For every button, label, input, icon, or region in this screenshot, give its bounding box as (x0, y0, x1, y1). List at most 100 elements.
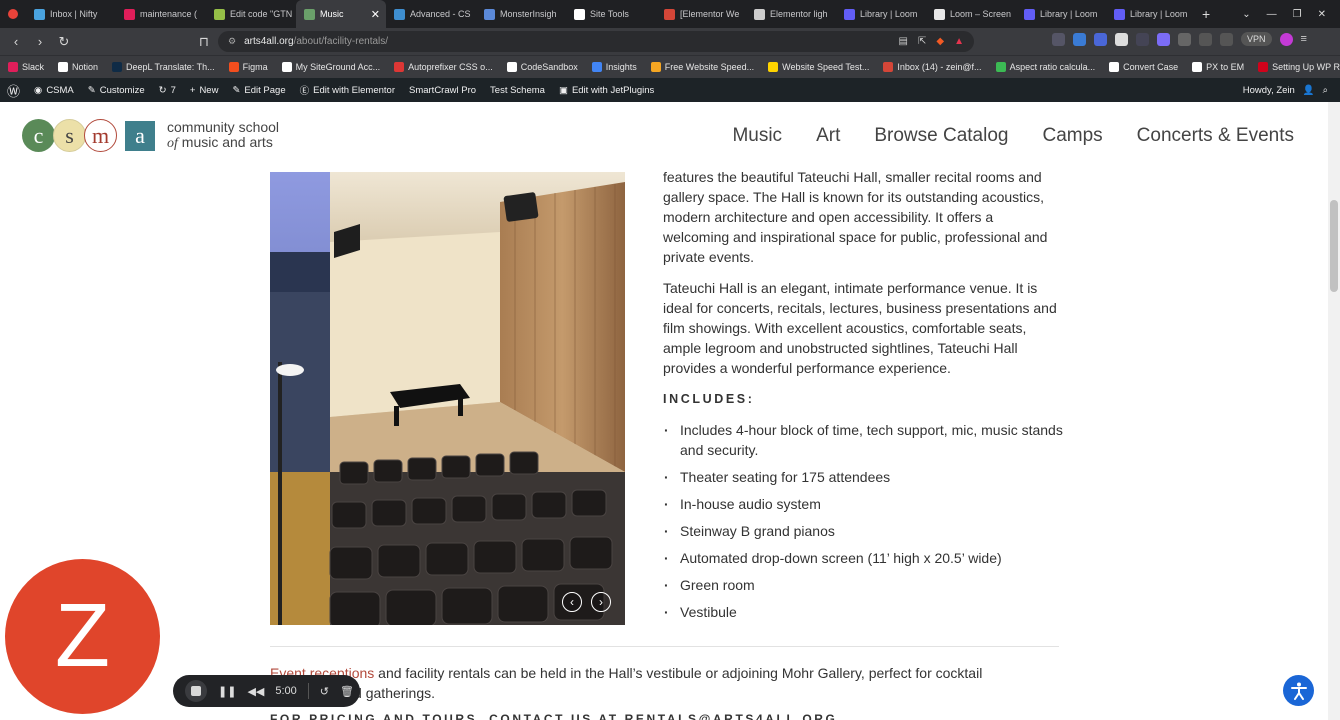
extension-icon[interactable] (1052, 32, 1065, 46)
browser-tab[interactable]: Music ✕ (296, 0, 386, 28)
paragraph-tateuchi: Tateuchi Hall is an elegant, intimate pe… (663, 280, 1057, 376)
forward-icon[interactable]: › (28, 34, 52, 49)
browser-menu-icon[interactable]: ≡ (1301, 33, 1307, 45)
pause-icon[interactable]: ❚❚ (218, 685, 236, 698)
extension-icon[interactable] (1157, 32, 1170, 46)
browser-tab[interactable]: Loom – Screen (926, 0, 1016, 28)
stop-recording-button[interactable] (185, 680, 207, 702)
nav-camps[interactable]: Camps (1042, 125, 1102, 147)
logo-text: community school of music and arts (167, 120, 279, 152)
puzzle-icon[interactable] (1178, 32, 1191, 46)
bookmark-item[interactable]: Setting Up WP Roc... (1258, 62, 1340, 72)
browser-tab[interactable]: MonsterInsigh (476, 0, 566, 28)
wp-site-name[interactable]: ◉ CSMA (27, 85, 81, 96)
wordpress-logo-icon[interactable]: Ⓦ (0, 81, 27, 100)
bookmark-icon[interactable]: ⊓ (192, 34, 216, 50)
user-avatar-icon[interactable]: 👤 (1303, 85, 1315, 96)
nav-music[interactable]: Music (732, 125, 782, 147)
bookmark-item[interactable]: CodeSandbox (506, 62, 578, 72)
wp-smartcrawl[interactable]: SmartCrawl Pro (402, 85, 483, 96)
hall-photo-slider[interactable]: ‹ › (270, 172, 625, 625)
accessibility-button[interactable] (1283, 675, 1314, 706)
browser-tab[interactable]: Edit code "GTN (206, 0, 296, 28)
tab-label: [Elementor We (680, 9, 740, 19)
brave-rewards-icon[interactable]: ▲ (954, 36, 964, 47)
site-info-icon[interactable]: ⚙ (228, 36, 236, 47)
nav-concerts-events[interactable]: Concerts & Events (1137, 125, 1294, 147)
bookmark-item[interactable]: My SiteGround Acc... (281, 62, 380, 72)
bookmark-item[interactable]: Slack (8, 62, 44, 72)
browser-tab[interactable]: Inbox | Nifty (26, 0, 116, 28)
bookmark-item[interactable]: Website Speed Test... (768, 62, 869, 72)
bookmark-item[interactable]: Figma (228, 62, 268, 72)
tab-search-icon[interactable]: ⌄ (1242, 9, 1250, 20)
browser-tab[interactable]: Library | Loom (836, 0, 926, 28)
wp-updates[interactable]: ↻ 7 (152, 85, 183, 96)
extensions-area: VPN ≡ (1052, 32, 1307, 46)
bookmark-item[interactable]: Convert Case (1109, 62, 1178, 72)
new-tab-button[interactable]: + (1202, 6, 1210, 22)
scrollbar-thumb[interactable] (1330, 200, 1338, 292)
restart-icon[interactable]: ↺ (320, 685, 329, 698)
bookmark-label: Website Speed Test... (782, 62, 870, 72)
back-icon[interactable]: ‹ (4, 34, 28, 49)
bookmark-item[interactable]: DeepL Translate: Th... (112, 62, 215, 72)
wp-edit-jetplugins[interactable]: ▣ Edit with JetPlugins (552, 85, 661, 96)
jetplugins-icon: ▣ (558, 84, 568, 96)
search-icon[interactable]: ⌕ (1323, 85, 1328, 96)
tab-label: Music (320, 9, 344, 19)
nav-browse-catalog[interactable]: Browse Catalog (874, 125, 1008, 147)
sidebar-icon[interactable] (1199, 32, 1212, 46)
browser-tab[interactable]: maintenance ( (116, 0, 206, 28)
close-tab-icon[interactable]: ✕ (371, 8, 380, 21)
wp-test-schema[interactable]: Test Schema (483, 85, 552, 96)
close-window-icon[interactable]: ✕ (1318, 9, 1326, 20)
bookmark-item[interactable]: Autoprefixer CSS o... (394, 62, 493, 72)
tab-label: Site Tools (590, 9, 629, 19)
bookmark-item[interactable]: Insights (591, 62, 637, 72)
brave-shield-icon[interactable]: ◆ (936, 36, 944, 47)
bookmark-item[interactable]: PX to EM (1192, 62, 1244, 72)
tab-label: Loom – Screen (950, 9, 1012, 19)
nav-art[interactable]: Art (816, 125, 840, 147)
bookmark-item[interactable]: Notion (58, 62, 98, 72)
url-path: /about/facility-rentals/ (293, 36, 389, 47)
tab-favicon-icon (1024, 8, 1035, 20)
browser-tab[interactable]: Elementor ligh (746, 0, 836, 28)
wp-new[interactable]: + New (183, 85, 226, 96)
address-bar[interactable]: ⚙ arts4all.org/about/facility-rentals/ ▤… (218, 31, 974, 52)
wp-account-greeting[interactable]: Howdy, Zein (1243, 85, 1295, 96)
slider-prev-button[interactable]: ‹ (562, 592, 582, 612)
browser-tab[interactable]: Library | Loom (1016, 0, 1106, 28)
wallet-icon[interactable] (1220, 32, 1233, 46)
bookmark-item[interactable]: Free Website Speed... (650, 62, 754, 72)
minimize-icon[interactable]: — (1267, 9, 1277, 20)
page-scrollbar[interactable] (1328, 102, 1340, 720)
vpn-button[interactable]: VPN (1241, 32, 1272, 46)
tag-extension-icon[interactable] (1073, 32, 1086, 46)
browser-tab[interactable]: Site Tools (566, 0, 656, 28)
profile-icon[interactable] (1279, 32, 1293, 46)
slider-next-button[interactable]: › (591, 592, 611, 612)
loom-camera-bubble[interactable]: Z (5, 559, 160, 714)
reader-icon[interactable]: ▤ (899, 36, 908, 47)
browser-tab[interactable]: [Elementor We (656, 0, 746, 28)
trash-icon[interactable]: 🗑 (340, 685, 354, 698)
browser-menu-icon[interactable] (0, 9, 26, 19)
s-extension-icon[interactable] (1115, 32, 1128, 46)
reload-icon[interactable]: ↻ (52, 34, 76, 50)
site-logo[interactable]: c s m a community school of music and ar… (22, 119, 279, 152)
bookmark-item[interactable]: Aspect ratio calcula... (995, 62, 1095, 72)
bookmark-item[interactable]: Inbox (14) - zein@f... (883, 62, 982, 72)
rewind-icon[interactable]: ◀◀ (247, 685, 264, 698)
browser-tab[interactable]: Advanced - CS (386, 0, 476, 28)
restore-icon[interactable]: ❐ (1293, 9, 1302, 20)
wp-edit-elementor[interactable]: Ⓔ Edit with Elementor (293, 83, 402, 98)
bookmark-label: Setting Up WP Roc... (1272, 62, 1340, 72)
extension-icon[interactable] (1136, 32, 1149, 46)
extension-icon[interactable] (1094, 32, 1107, 46)
share-icon[interactable]: ⇱ (918, 36, 926, 47)
wp-customize[interactable]: ✎ Customize (81, 85, 152, 96)
wp-edit-page[interactable]: ✎ Edit Page (225, 85, 292, 96)
browser-tab[interactable]: Library | Loom (1106, 0, 1196, 28)
